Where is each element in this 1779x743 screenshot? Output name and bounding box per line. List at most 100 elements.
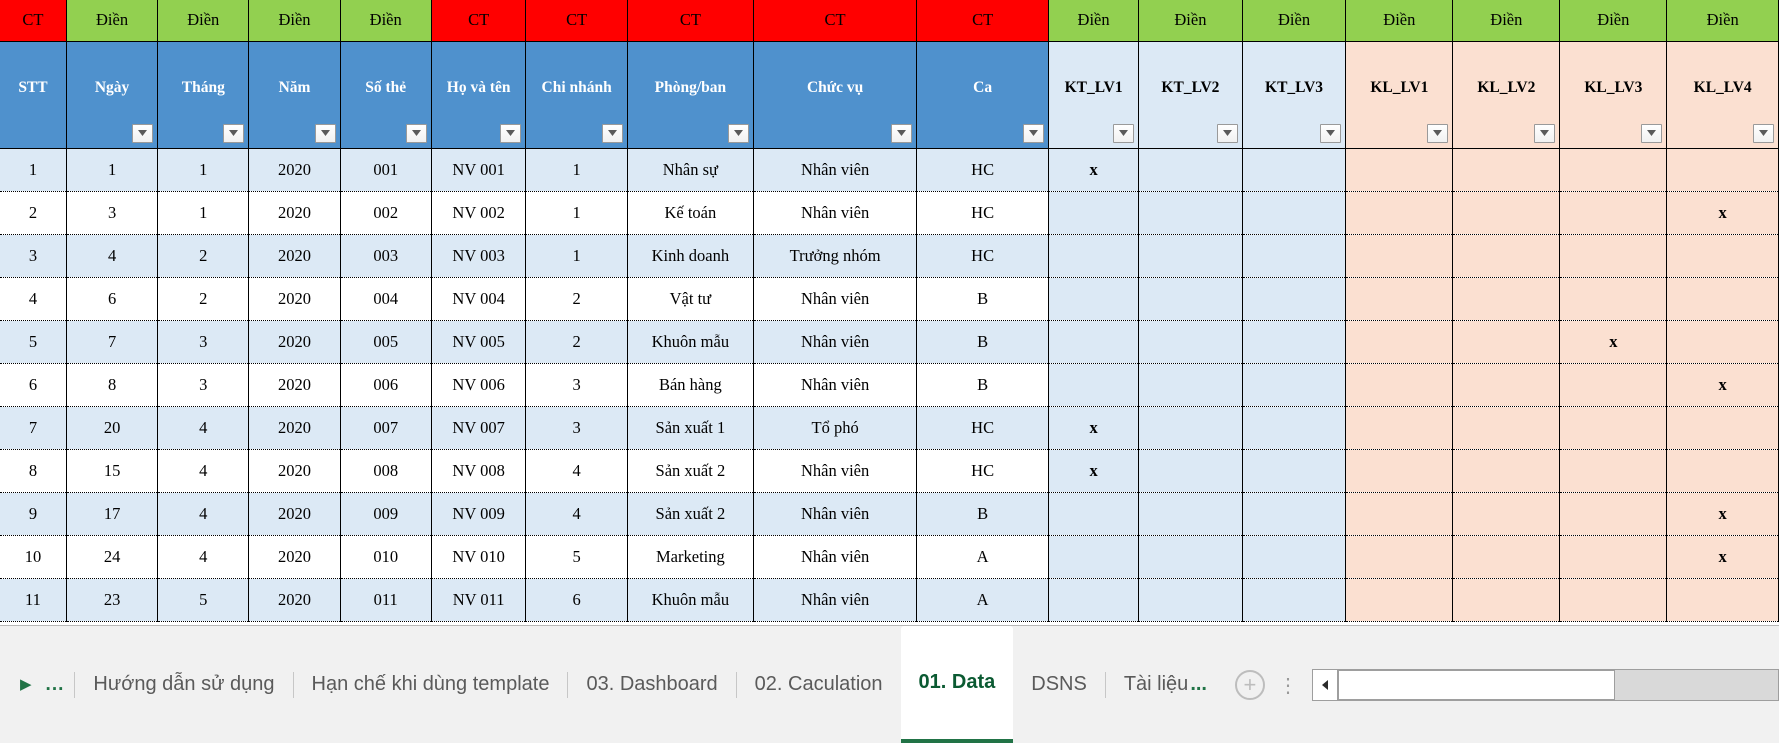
cell-stt[interactable]: 6 — [0, 363, 67, 407]
filter-dropdown-icon-ca[interactable] — [1023, 123, 1045, 143]
cell-kt_lv2[interactable] — [1138, 535, 1243, 579]
cell-kt_lv3[interactable] — [1242, 492, 1347, 536]
cell-kl_lv2[interactable] — [1452, 191, 1561, 235]
cell-thang[interactable]: 1 — [157, 191, 250, 235]
filter-dropdown-icon-kl_lv3[interactable] — [1641, 123, 1663, 143]
cell-chucvu[interactable]: Nhân viên — [753, 492, 918, 536]
cell-thang[interactable]: 2 — [157, 234, 250, 278]
cell-ca[interactable]: B — [916, 277, 1050, 321]
cell-kl_lv4[interactable] — [1666, 148, 1779, 192]
cell-sothe[interactable]: 005 — [340, 320, 432, 364]
cell-kl_lv4[interactable]: x — [1666, 535, 1779, 579]
cell-chucvu[interactable]: Nhân viên — [753, 148, 918, 192]
cell-chinhanh[interactable]: 5 — [525, 535, 628, 579]
cell-hoten[interactable]: NV 004 — [431, 277, 527, 321]
cell-kl_lv2[interactable] — [1452, 277, 1561, 321]
cell-sothe[interactable]: 011 — [340, 578, 432, 622]
cell-phongban[interactable]: Khuôn mẫu — [627, 578, 754, 622]
cell-kl_lv4[interactable] — [1666, 234, 1779, 278]
cell-kl_lv3[interactable] — [1559, 277, 1668, 321]
cell-phongban[interactable]: Sản xuất 2 — [627, 449, 754, 493]
cell-kl_lv2[interactable] — [1452, 535, 1561, 579]
cell-kt_lv2[interactable] — [1138, 234, 1243, 278]
cell-kl_lv2[interactable] — [1452, 148, 1561, 192]
cell-chinhanh[interactable]: 1 — [525, 234, 628, 278]
cell-kt_lv3[interactable] — [1242, 449, 1347, 493]
cell-ca[interactable]: HC — [916, 191, 1050, 235]
cell-kl_lv1[interactable] — [1345, 449, 1454, 493]
cell-chinhanh[interactable]: 2 — [525, 320, 628, 364]
cell-stt[interactable]: 8 — [0, 449, 67, 493]
cell-chucvu[interactable]: Nhân viên — [753, 363, 918, 407]
cell-kl_lv2[interactable] — [1452, 363, 1561, 407]
cell-kl_lv4[interactable] — [1666, 578, 1779, 622]
cell-chinhanh[interactable]: 3 — [525, 406, 628, 450]
cell-stt[interactable]: 2 — [0, 191, 67, 235]
next-sheet-icon[interactable]: ▶ — [20, 677, 32, 692]
cell-kl_lv1[interactable] — [1345, 320, 1454, 364]
cell-stt[interactable]: 3 — [0, 234, 67, 278]
cell-kt_lv1[interactable] — [1048, 578, 1140, 622]
cell-kl_lv4[interactable] — [1666, 320, 1779, 364]
cell-sothe[interactable]: 006 — [340, 363, 432, 407]
cell-sothe[interactable]: 004 — [340, 277, 432, 321]
cell-ca[interactable]: A — [916, 578, 1050, 622]
cell-kl_lv3[interactable]: x — [1559, 320, 1668, 364]
cell-hoten[interactable]: NV 002 — [431, 191, 527, 235]
cell-hoten[interactable]: NV 005 — [431, 320, 527, 364]
cell-kl_lv2[interactable] — [1452, 492, 1561, 536]
cell-nam[interactable]: 2020 — [248, 535, 341, 579]
cell-kl_lv3[interactable] — [1559, 449, 1668, 493]
cell-kt_lv1[interactable] — [1048, 492, 1140, 536]
cell-nam[interactable]: 2020 — [248, 406, 341, 450]
cell-thang[interactable]: 3 — [157, 363, 250, 407]
cell-chucvu[interactable]: Nhân viên — [753, 449, 918, 493]
filter-dropdown-icon-kt_lv2[interactable] — [1216, 123, 1238, 143]
cell-phongban[interactable]: Vật tư — [627, 277, 754, 321]
cell-chinhanh[interactable]: 3 — [525, 363, 628, 407]
cell-sothe[interactable]: 007 — [340, 406, 432, 450]
cell-kl_lv4[interactable] — [1666, 449, 1779, 493]
cell-kl_lv1[interactable] — [1345, 148, 1454, 192]
cell-ca[interactable]: B — [916, 363, 1050, 407]
cell-kl_lv3[interactable] — [1559, 535, 1668, 579]
filter-dropdown-icon-thang[interactable] — [223, 123, 245, 143]
cell-kt_lv2[interactable] — [1138, 148, 1243, 192]
cell-kt_lv1[interactable] — [1048, 363, 1140, 407]
cell-thang[interactable]: 4 — [157, 535, 250, 579]
cell-kt_lv1[interactable]: x — [1048, 449, 1140, 493]
cell-thang[interactable]: 1 — [157, 148, 250, 192]
add-sheet-button[interactable]: + — [1234, 669, 1265, 700]
cell-phongban[interactable]: Sản xuất 1 — [627, 406, 754, 450]
cell-kt_lv2[interactable] — [1138, 492, 1243, 536]
cell-chinhanh[interactable]: 1 — [525, 148, 628, 192]
cell-kl_lv2[interactable] — [1452, 578, 1561, 622]
cell-phongban[interactable]: Kinh doanh — [627, 234, 754, 278]
cell-ngay[interactable]: 4 — [66, 234, 159, 278]
filter-dropdown-icon-hoten[interactable] — [500, 123, 522, 143]
cell-chinhanh[interactable]: 2 — [525, 277, 628, 321]
horizontal-scrollbar[interactable] — [1311, 668, 1779, 702]
cell-kl_lv3[interactable] — [1559, 148, 1668, 192]
cell-kl_lv4[interactable]: x — [1666, 363, 1779, 407]
filter-dropdown-icon-kt_lv1[interactable] — [1113, 123, 1135, 143]
cell-stt[interactable]: 1 — [0, 148, 67, 192]
cell-kl_lv1[interactable] — [1345, 277, 1454, 321]
cell-stt[interactable]: 5 — [0, 320, 67, 364]
cell-chucvu[interactable]: Nhân viên — [753, 320, 918, 364]
cell-phongban[interactable]: Marketing — [627, 535, 754, 579]
cell-kt_lv2[interactable] — [1138, 406, 1243, 450]
cell-ca[interactable]: B — [916, 320, 1050, 364]
cell-phongban[interactable]: Kế toán — [627, 191, 754, 235]
cell-hoten[interactable]: NV 003 — [431, 234, 527, 278]
cell-thang[interactable]: 4 — [157, 449, 250, 493]
scrollbar-track[interactable] — [1337, 668, 1779, 701]
cell-ca[interactable]: HC — [916, 449, 1050, 493]
cell-kt_lv3[interactable] — [1242, 320, 1347, 364]
cell-ca[interactable]: A — [916, 535, 1050, 579]
sheet-tab-5[interactable]: 01. Data — [900, 626, 1014, 743]
cell-kl_lv1[interactable] — [1345, 535, 1454, 579]
filter-dropdown-icon-sothe[interactable] — [405, 123, 427, 143]
cell-kl_lv1[interactable] — [1345, 492, 1454, 536]
cell-kl_lv3[interactable] — [1559, 363, 1668, 407]
